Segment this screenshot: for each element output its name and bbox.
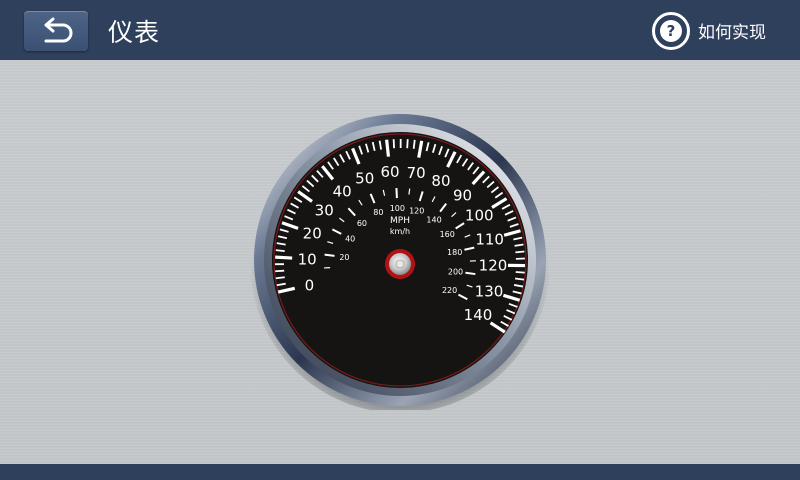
kmh-label: 160 [440,230,455,239]
mph-minor-tick [514,277,525,281]
mph-label: 60 [381,163,400,181]
mph-label: 50 [355,169,374,187]
kmh-label: 80 [373,208,383,217]
kmh-label: 180 [447,248,462,257]
mph-major-tick [385,139,391,157]
mph-label: 70 [407,164,426,182]
kmh-label: 40 [345,234,355,243]
kmh-label: 200 [448,267,463,276]
speedometer: 01020304050 60 70 8090100110120130140 20406… [250,113,550,410]
back-arrow-icon [44,17,73,43]
how-to-label: 如何实现 [698,23,766,43]
mph-label: 120 [479,257,508,275]
mph-label: 80 [431,172,450,190]
kmh-label: 60 [357,219,367,228]
mph-minor-tick [412,139,416,149]
mph-label: 100 [465,207,494,225]
kmh-label: 120 [409,206,424,215]
kmh-label: 220 [442,286,457,295]
question-circle-icon: ? [652,12,690,50]
page-title: 仪表 [108,18,161,47]
kmh-label: 140 [426,215,441,224]
mph-label: 140 [464,306,493,324]
kmh-minor-tick [408,188,411,195]
mph-label: 90 [453,187,472,205]
kmh-label: 20 [339,253,349,262]
kmh-major-tick [324,253,335,257]
mph-label: 40 [333,183,352,201]
footer-bar [0,464,800,480]
unit-kmh-label: km/h [390,227,410,236]
mph-minor-tick [275,276,285,280]
kmh-major-tick [465,271,476,276]
mph-minor-tick [515,271,525,274]
mph-label: 10 [298,250,317,268]
needle-cap [385,249,415,279]
mph-minor-tick [406,139,409,149]
mph-label: 30 [315,201,334,219]
header-bar: 仪表 ? 如何实现 [0,0,800,60]
mph-minor-tick [275,249,285,253]
mph-label: 20 [303,225,322,243]
mph-label: 110 [475,231,504,249]
kmh-label: 100 [390,204,405,213]
unit-mph-label: MPH [390,216,410,226]
mph-label: 130 [475,282,504,300]
mph-minor-tick [275,269,285,273]
mph-major-tick [275,255,293,260]
mph-minor-tick [515,250,525,254]
back-button[interactable] [24,11,88,51]
mph-label: 0 [305,276,315,294]
